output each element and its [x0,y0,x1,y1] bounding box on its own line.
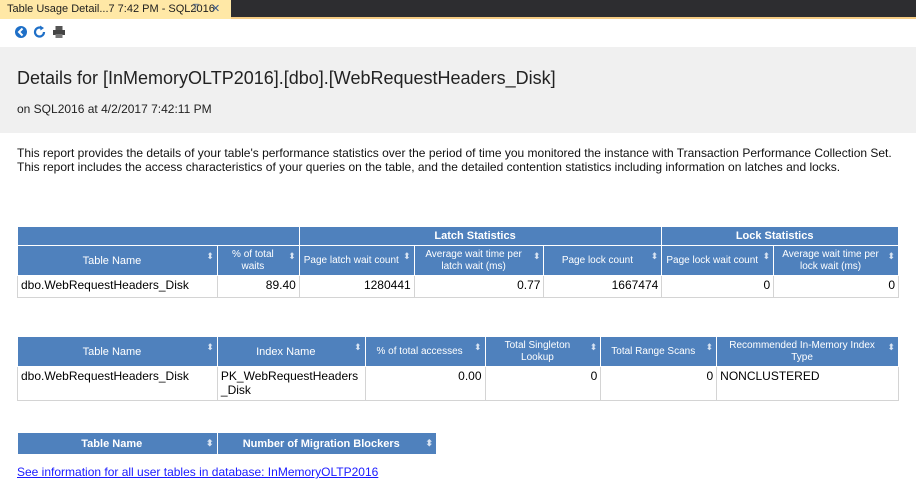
sort-icon[interactable]: ⬍ [425,437,433,449]
column-header[interactable]: % of total waits ⬍ [216,245,300,276]
sort-icon[interactable]: ⬍ [288,250,296,262]
column-header[interactable]: Index Name ⬍ [216,336,366,367]
close-icon[interactable]: ✕ [211,2,220,15]
latch-statistics-header: Latch Statistics [298,226,663,246]
contention-statistics-table: Latch Statistics Lock Statistics Table N… [17,226,899,298]
sort-icon[interactable]: ⬍ [706,341,714,353]
table-cell: PK_WebRequestHeaders_Disk [216,366,366,401]
index-usage-table: Table Name ⬍ Index Name ⬍ % of total acces… [17,336,899,401]
column-header[interactable]: Table Name ⬍ [17,336,218,367]
table-cell: 0 [661,275,775,298]
group-header-spacer [17,226,300,246]
column-header[interactable]: Page lock wait count ⬍ [661,245,775,276]
sort-icon[interactable]: ⬍ [533,250,541,262]
table-cell: 0.00 [364,366,486,401]
sort-icon[interactable]: ⬍ [887,250,895,262]
table-row: dbo.WebRequestHeaders_Disk PK_WebRequest… [17,366,899,401]
column-header[interactable]: Number of Migration Blockers ⬍ [216,432,437,455]
back-icon[interactable] [14,25,28,39]
sort-icon[interactable]: ⬍ [403,250,411,262]
table-cell: 1667474 [543,275,663,298]
column-header[interactable]: Table Name ⬍ [17,245,218,276]
table-cell: NONCLUSTERED [716,366,899,401]
table-cell: 89.40 [216,275,300,298]
sort-icon[interactable]: ⬍ [206,437,214,449]
report-toolbar [0,19,916,47]
column-header[interactable]: Page lock count ⬍ [543,245,663,276]
column-header[interactable]: Table Name ⬍ [17,432,218,455]
report-description: This report provides the details of your… [17,146,892,174]
sort-icon[interactable]: ⬍ [206,250,214,262]
table-cell: dbo.WebRequestHeaders_Disk [17,366,218,401]
table-cell: dbo.WebRequestHeaders_Disk [17,275,218,298]
refresh-icon[interactable] [33,25,47,39]
page-subtitle: on SQL2016 at 4/2/2017 7:42:11 PM [17,102,212,116]
sort-icon[interactable]: ⬍ [474,341,482,353]
column-header[interactable]: Recommended In-Memory Index Type ⬍ [716,336,899,367]
table-cell: 0.77 [413,275,545,298]
report-tab-title: Table Usage Detail...7 7:42 PM - SQL2016 [7,3,215,15]
column-header[interactable]: Total Singleton Lookup ⬍ [484,336,602,367]
document-tab-strip: Table Usage Detail...7 7:42 PM - SQL2016… [0,0,916,19]
page-title: Details for [InMemoryOLTP2016].[dbo].[We… [17,68,556,88]
table-cell: 1280441 [298,275,415,298]
all-tables-link[interactable]: See information for all user tables in d… [17,465,378,479]
report-tab[interactable]: Table Usage Detail...7 7:42 PM - SQL2016… [0,0,231,19]
table-cell: 0 [773,275,899,298]
column-header[interactable]: Page latch wait count ⬍ [298,245,415,276]
pin-icon[interactable]: ⫪ [193,2,199,15]
table-cell: 0 [484,366,602,401]
report-header [0,47,916,133]
sort-icon[interactable]: ⬍ [763,250,771,262]
table-row: dbo.WebRequestHeaders_Disk 89.40 1280441… [17,275,899,298]
lock-statistics-header: Lock Statistics [661,226,899,246]
column-header[interactable]: Total Range Scans ⬍ [600,336,718,367]
column-header[interactable]: Average wait time per latch wait (ms) ⬍ [413,245,545,276]
sort-icon[interactable]: ⬍ [206,341,214,353]
column-header[interactable]: % of total accesses ⬍ [364,336,486,367]
column-header[interactable]: Average wait time per lock wait (ms) ⬍ [773,245,899,276]
table-cell: 0 [600,366,718,401]
migration-blockers-table: Table Name ⬍ Number of Migration Blockers… [17,432,437,455]
sort-icon[interactable]: ⬍ [887,341,895,353]
sort-icon[interactable]: ⬍ [590,341,598,353]
print-icon[interactable] [52,25,66,39]
sort-icon[interactable]: ⬍ [354,341,362,353]
sort-icon[interactable]: ⬍ [651,250,659,262]
